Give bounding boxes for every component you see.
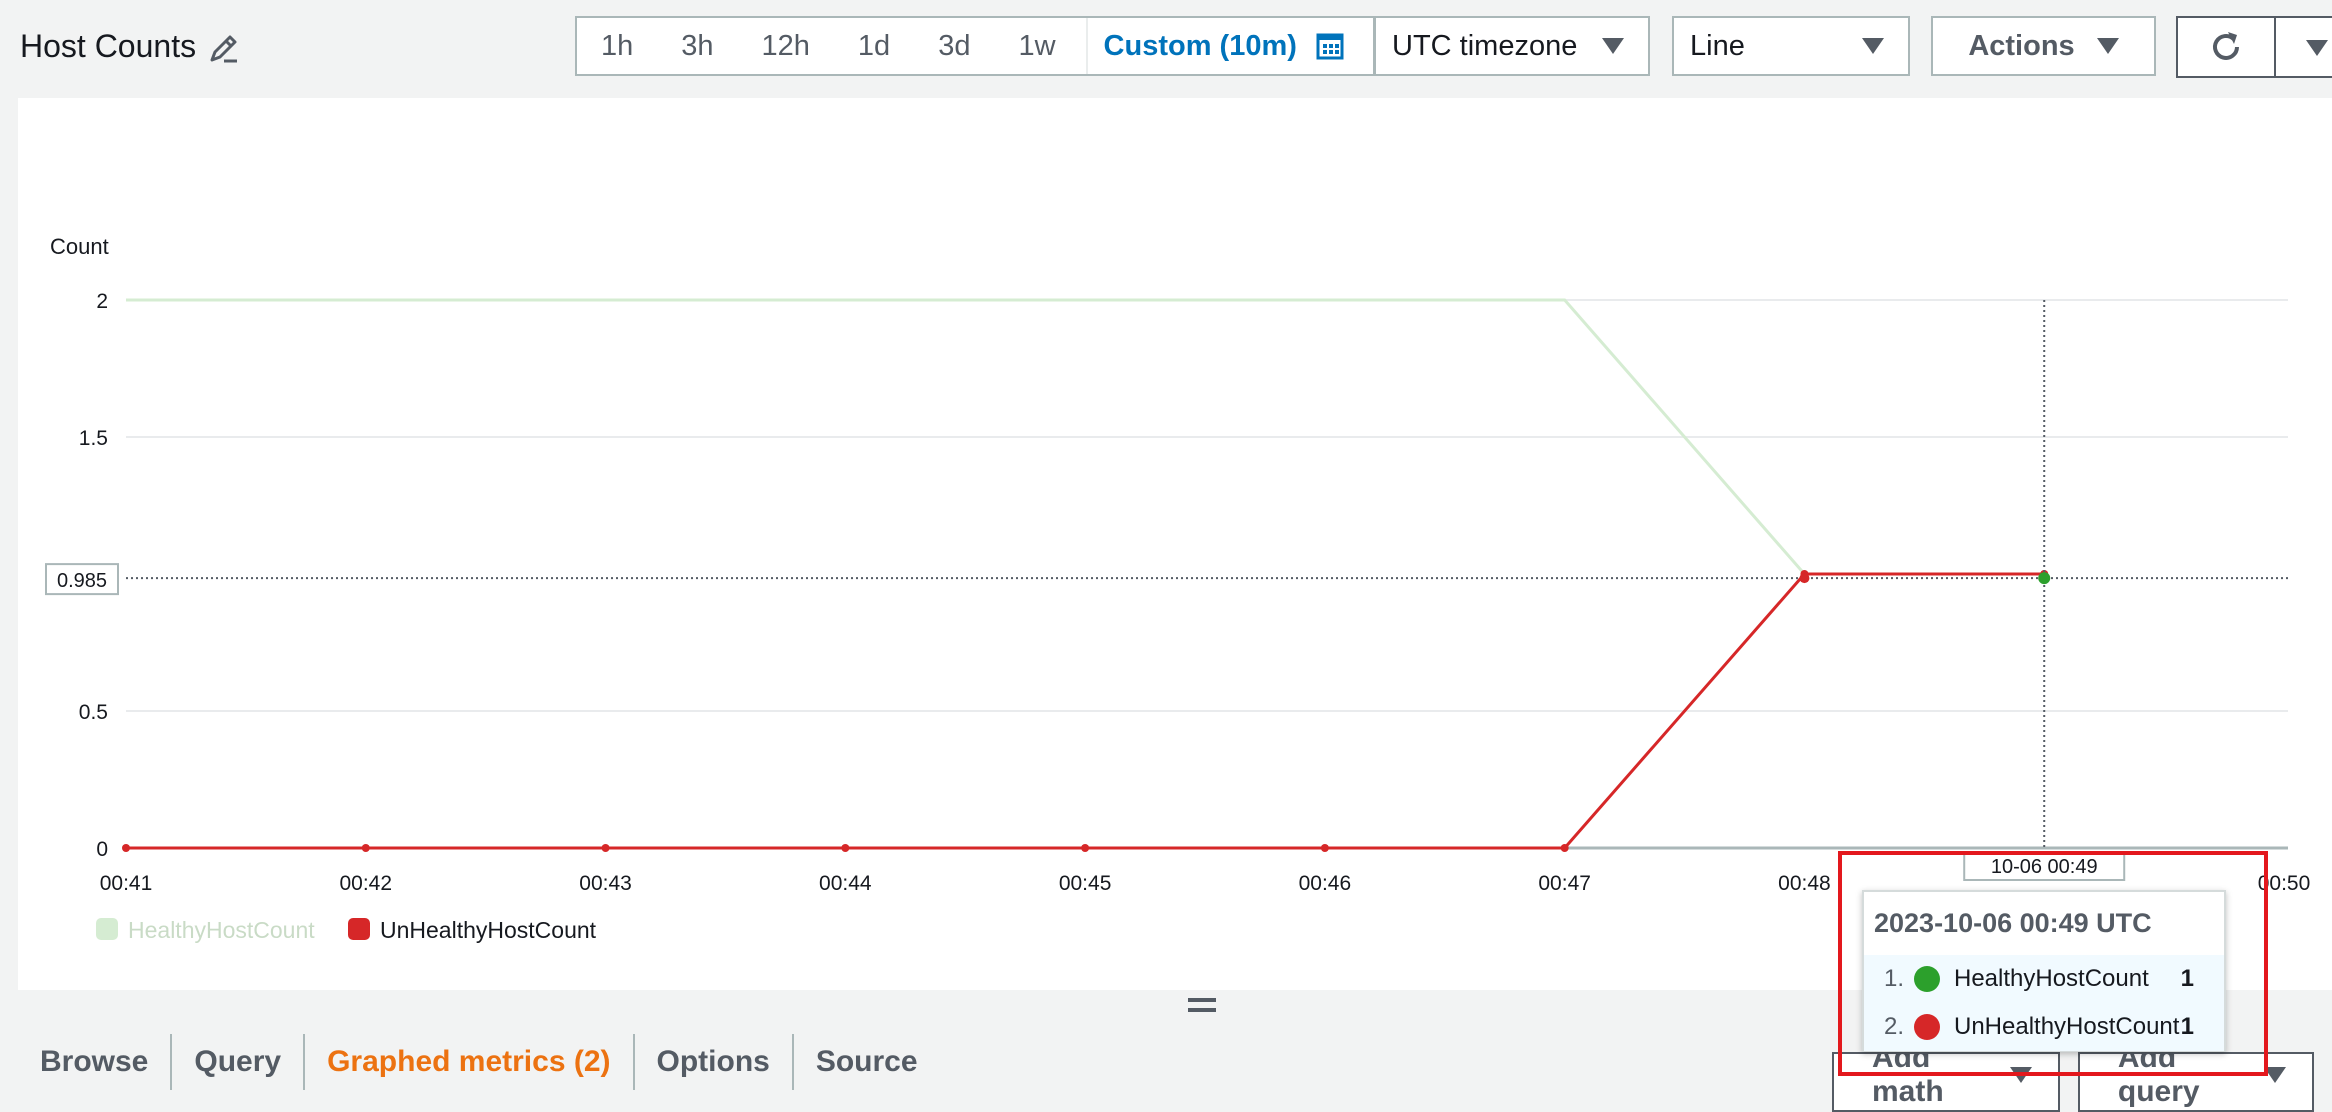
timezone-label: UTC timezone [1392, 29, 1578, 62]
highlight-annotation-box [1838, 851, 2268, 1076]
data-point [361, 844, 370, 852]
visualization-type-label: Line [1690, 29, 1745, 62]
metrics-tabs: Browse Query Graphed metrics (2) Options… [18, 1030, 940, 1094]
y-axis-label: Count [50, 234, 109, 259]
refresh-options-dropdown[interactable] [2274, 16, 2332, 78]
legend-label: HealthyHostCount [128, 917, 315, 943]
actions-dropdown[interactable]: Actions [1931, 16, 2156, 76]
x-tick-label: 00:46 [1299, 872, 1352, 895]
y-tick-label: 1.5 [79, 427, 108, 450]
crosshair-y-value: 0.985 [57, 570, 107, 592]
y-tick-label: 0 [96, 838, 108, 861]
tab-graphed-metrics[interactable]: Graphed metrics (2) [305, 1034, 635, 1090]
tab-options[interactable]: Options [635, 1034, 794, 1090]
visualization-type-dropdown[interactable]: Line [1672, 16, 1910, 76]
timezone-dropdown[interactable]: UTC timezone [1374, 16, 1650, 76]
time-range-3h[interactable]: 3h [657, 18, 737, 74]
crosshair-point [1799, 573, 1810, 584]
time-range-12h[interactable]: 12h [738, 18, 834, 74]
time-range-3d[interactable]: 3d [914, 18, 994, 74]
refresh-button[interactable] [2176, 16, 2276, 78]
data-point [1560, 844, 1569, 852]
legend-swatch [96, 918, 118, 940]
tab-source[interactable]: Source [794, 1034, 940, 1090]
custom-time-range-label: Custom (10m) [1103, 29, 1297, 62]
x-tick-label: 00:47 [1538, 872, 1591, 895]
legend-swatch [348, 918, 370, 940]
data-point [601, 844, 610, 852]
chart-legend[interactable]: HealthyHostCount UnHealthyHostCount [96, 917, 597, 943]
legend-item[interactable]: UnHealthyHostCount [348, 917, 597, 943]
x-tick-label: 00:41 [100, 872, 153, 895]
y-tick-label: 0.5 [79, 701, 108, 724]
legend-item[interactable]: HealthyHostCount [96, 917, 315, 943]
dashboard-title: Host Counts [20, 28, 197, 64]
data-point [122, 844, 130, 852]
data-point [1320, 844, 1329, 852]
time-range-1w[interactable]: 1w [994, 18, 1079, 74]
x-tick-label: 00:43 [579, 872, 632, 895]
caret-down-icon [2306, 40, 2328, 56]
caret-down-icon [1602, 38, 1624, 54]
custom-time-range-button[interactable]: Custom (10m) [1085, 18, 1359, 74]
crosshair-point [2038, 572, 2051, 585]
time-range-1d[interactable]: 1d [834, 18, 914, 74]
calendar-icon [1316, 33, 1344, 60]
time-range-selector: 1h 3h 12h 1d 3d 1w Custom (10m) [575, 16, 1375, 76]
x-tick-label: 00:48 [1778, 872, 1831, 895]
caret-down-icon [1862, 38, 1884, 54]
resize-handle[interactable] [1188, 998, 1216, 1018]
series-lines [122, 298, 2049, 852]
x-tick-label: 00:45 [1059, 872, 1112, 895]
x-tick-label: 00:44 [819, 872, 872, 895]
data-point [841, 844, 850, 852]
crosshair: 0.98510-06 00:49 [45, 300, 2288, 881]
tab-query[interactable]: Query [172, 1034, 306, 1090]
refresh-icon [2213, 32, 2239, 60]
data-point [1081, 844, 1090, 852]
actions-label: Actions [1968, 29, 2075, 62]
edit-pencil-icon[interactable] [206, 30, 242, 66]
time-range-1h[interactable]: 1h [577, 18, 657, 74]
tab-browse[interactable]: Browse [18, 1034, 173, 1090]
caret-down-icon [2096, 38, 2119, 54]
legend-label: UnHealthyHostCount [380, 917, 597, 943]
y-tick-label: 2 [96, 290, 108, 313]
x-tick-label: 00:42 [339, 872, 392, 895]
